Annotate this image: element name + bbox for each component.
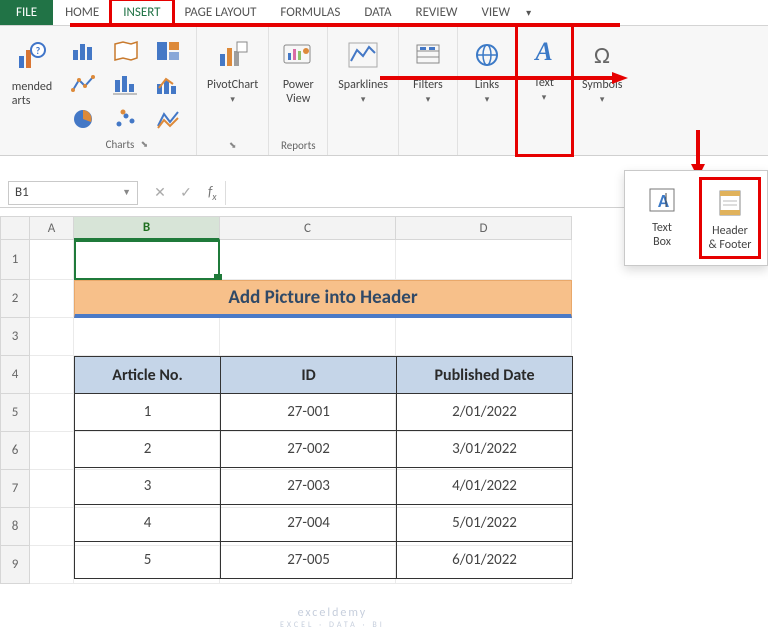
tab-file[interactable]: FILE: [0, 0, 53, 25]
svg-text:?: ?: [36, 44, 41, 57]
tab-formulas[interactable]: FORMULAS: [268, 0, 352, 25]
col-header-D[interactable]: D: [396, 216, 572, 240]
recommended-charts-label: mendedarts: [12, 80, 52, 108]
chart-map-icon[interactable]: [110, 36, 142, 66]
pivotchart-button[interactable]: PivotChart ▾: [201, 28, 264, 137]
watermark: exceldemy EXCEL · DATA · BI: [280, 607, 385, 631]
chart-column-icon[interactable]: [68, 36, 100, 66]
ribbon-group-pivotchart: PivotChart ▾ ⬊: [197, 26, 269, 155]
table-header-article[interactable]: Article No.: [75, 357, 221, 394]
row-header-9[interactable]: 9: [0, 546, 30, 584]
chart-surface-icon[interactable]: [152, 104, 184, 134]
tab-overflow[interactable]: ▾: [522, 0, 535, 25]
table-row: 1 27-001 2/01/2022: [75, 394, 573, 431]
tab-insert[interactable]: INSERT: [111, 0, 172, 25]
powerview-button[interactable]: PowerView: [273, 28, 323, 137]
symbols-icon: Ω: [585, 38, 619, 72]
ribbon-group-links: Links ▾: [458, 26, 517, 155]
tab-view[interactable]: VIEW: [470, 0, 523, 25]
charts-dialog-launcher[interactable]: ⬊: [138, 138, 150, 150]
ribbon-group-charts: Charts ⬊: [60, 26, 197, 155]
pivotchart-icon: [216, 38, 250, 72]
ribbon-group-sparklines: Sparklines ▾: [328, 26, 399, 155]
chart-combo-icon[interactable]: [152, 70, 184, 100]
ribbon-group-filters: Filters ▾: [399, 26, 458, 155]
chart-line-icon[interactable]: [68, 70, 100, 100]
header-footer-button[interactable]: Header& Footer: [699, 177, 761, 259]
table-row: 4 27-004 5/01/2022: [75, 505, 573, 542]
dropdown-arrow-icon: ▾: [230, 94, 235, 105]
dropdown-arrow-icon: ▾: [361, 94, 366, 105]
dropdown-arrow-icon: ▾: [542, 92, 547, 103]
enter-formula-button[interactable]: ✓: [174, 181, 198, 205]
col-header-B[interactable]: B: [74, 216, 220, 240]
chart-pie-icon[interactable]: [68, 104, 100, 134]
svg-text:A: A: [533, 39, 552, 66]
tab-data[interactable]: DATA: [352, 0, 403, 25]
row-header-8[interactable]: 8: [0, 508, 30, 546]
text-dropdown-panel: A TextBox Header& Footer: [624, 170, 768, 266]
select-all-corner[interactable]: [0, 216, 30, 240]
row-header-3[interactable]: 3: [0, 318, 30, 356]
pivotchart-launcher[interactable]: ⬊: [227, 139, 239, 151]
annotation-arrow-right: [380, 70, 620, 90]
chart-statistic-icon[interactable]: [110, 70, 142, 100]
dropdown-arrow-icon: ▾: [485, 94, 490, 105]
links-icon: [470, 38, 504, 72]
chart-scatter-icon[interactable]: [110, 104, 142, 134]
dropdown-arrow-icon: ▾: [600, 94, 605, 105]
text-box-button[interactable]: A TextBox: [631, 177, 693, 259]
tab-home[interactable]: HOME: [53, 0, 111, 25]
text-icon: A: [527, 36, 561, 70]
ribbon: ? mendedarts: [0, 26, 768, 156]
row-header-4[interactable]: 4: [0, 356, 30, 394]
tab-page-layout[interactable]: PAGE LAYOUT: [173, 0, 269, 25]
row-header-1[interactable]: 1: [0, 240, 30, 280]
recommended-charts-icon: ?: [15, 40, 49, 74]
row-header-5[interactable]: 5: [0, 394, 30, 432]
table-header-date[interactable]: Published Date: [397, 357, 573, 394]
name-box[interactable]: B1 ▼: [8, 181, 138, 205]
tab-review[interactable]: REVIEW: [404, 0, 470, 25]
ribbon-recommended-charts-partial: ? mendedarts: [0, 26, 60, 155]
fx-icon[interactable]: fx: [208, 183, 217, 203]
ribbon-group-symbols: Ω Symbols ▾: [572, 26, 632, 155]
table-header-id[interactable]: ID: [221, 357, 397, 394]
svg-text:Ω: Ω: [594, 41, 610, 69]
col-header-A[interactable]: A: [30, 216, 74, 240]
header-footer-icon: [715, 188, 745, 218]
charts-group-label: Charts: [106, 138, 135, 151]
col-header-C[interactable]: C: [220, 216, 396, 240]
reports-group-label: Reports: [281, 139, 316, 152]
powerview-icon: [281, 38, 315, 72]
name-box-dropdown-icon[interactable]: ▼: [122, 187, 131, 198]
chart-hierarchy-icon[interactable]: [152, 36, 184, 66]
ribbon-group-reports: PowerView Reports: [269, 26, 328, 155]
table-row: 2 27-002 3/01/2022: [75, 431, 573, 468]
row-headers: 1 2 3 4 5 6 7 8 9: [0, 216, 30, 584]
table-row: 5 27-005 6/01/2022: [75, 542, 573, 579]
cancel-formula-button[interactable]: ✕: [148, 181, 172, 205]
ribbon-group-text: A Text ▾: [517, 26, 572, 155]
data-table: Article No. ID Published Date 1 27-001 2…: [74, 356, 573, 579]
row-header-7[interactable]: 7: [0, 470, 30, 508]
recommended-charts-button[interactable]: ? mendedarts: [4, 28, 60, 153]
table-header-row: Article No. ID Published Date: [75, 357, 573, 394]
filters-icon: [411, 38, 445, 72]
row-header-2[interactable]: 2: [0, 280, 30, 318]
worksheet: 1 2 3 4 5 6 7 8 9 A B C D Add P: [0, 216, 768, 584]
text-box-icon: A: [647, 185, 677, 215]
title-cell[interactable]: Add Picture into Header: [74, 280, 572, 318]
svg-text:A: A: [658, 190, 669, 212]
dropdown-arrow-icon: ▾: [426, 94, 431, 105]
row-header-6[interactable]: 6: [0, 432, 30, 470]
name-box-value: B1: [15, 185, 29, 200]
table-row: 3 27-003 4/01/2022: [75, 468, 573, 505]
sparklines-icon: [346, 38, 380, 72]
